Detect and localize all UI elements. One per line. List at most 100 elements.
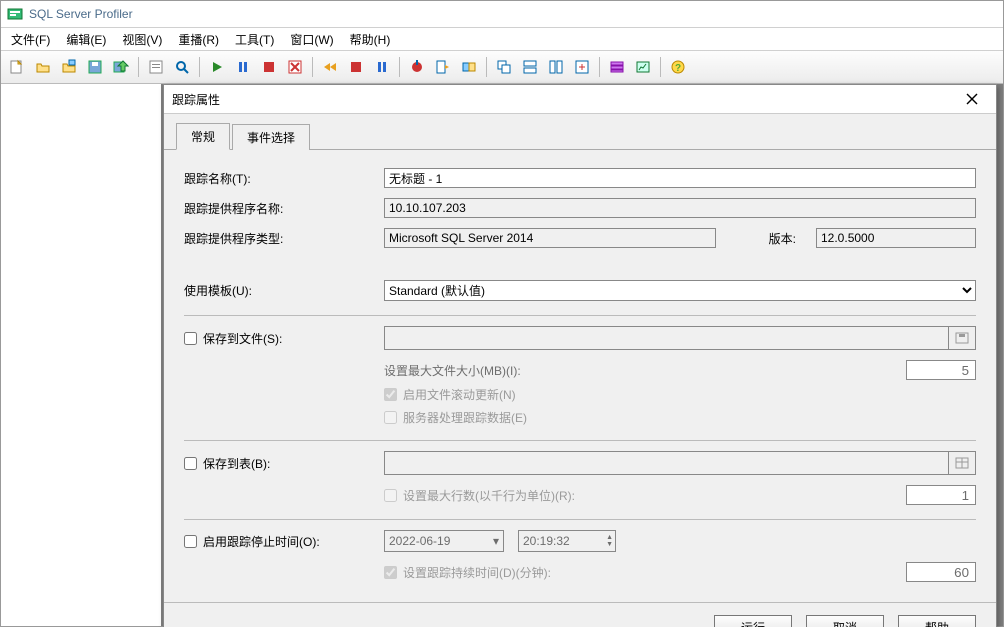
save-table-path	[384, 451, 948, 475]
toolbar: ?	[1, 51, 1003, 84]
version-field	[816, 228, 976, 248]
toolbar-separator	[312, 57, 313, 77]
app-icon	[7, 6, 23, 22]
open-table-icon[interactable]	[57, 55, 81, 79]
tab-general[interactable]: 常规	[176, 123, 230, 150]
rollover-checkbox	[384, 388, 397, 401]
spinner-icon: ▲▼	[606, 534, 613, 548]
toolbar-separator	[660, 57, 661, 77]
app-title: SQL Server Profiler	[29, 7, 133, 21]
enable-stop-checkbox[interactable]	[184, 535, 197, 548]
menu-help[interactable]: 帮助(H)	[342, 29, 399, 50]
help-button[interactable]: 帮助	[898, 615, 976, 627]
titlebar: SQL Server Profiler	[1, 1, 1003, 28]
duration-checkbox	[384, 566, 397, 579]
run-button[interactable]: 运行	[714, 615, 792, 627]
pause-replay-icon[interactable]	[370, 55, 394, 79]
svg-text:?: ?	[675, 63, 681, 74]
label-server-process: 服务器处理跟踪数据(E)	[403, 409, 527, 426]
cancel-button[interactable]: 取消	[806, 615, 884, 627]
label-provider-name: 跟踪提供程序名称:	[184, 200, 384, 217]
stop-time-spinner: 20:19:32 ▲▼	[518, 530, 616, 552]
close-button[interactable]	[956, 88, 988, 110]
toolbar-separator	[486, 57, 487, 77]
menu-edit[interactable]: 编辑(E)	[58, 29, 114, 50]
label-enable-stop: 启用跟踪停止时间(O):	[203, 533, 320, 550]
dialog-footer: 运行 取消 帮助	[164, 602, 996, 627]
chevron-down-icon: ▾	[493, 534, 499, 548]
app-window: SQL Server Profiler 文件(F) 编辑(E) 视图(V) 重播…	[0, 0, 1004, 627]
dialog-titlebar: 跟踪属性	[164, 85, 996, 114]
label-max-file-size: 设置最大文件大小(MB)(I):	[384, 362, 906, 379]
grouped-view-icon[interactable]	[605, 55, 629, 79]
max-file-size-field	[906, 360, 976, 380]
new-trace-icon[interactable]	[5, 55, 29, 79]
stop-date-picker: 2022-06-19 ▾	[384, 530, 504, 552]
step-icon[interactable]	[318, 55, 342, 79]
menu-view[interactable]: 视图(V)	[114, 29, 170, 50]
label-rollover: 启用文件滚动更新(N)	[403, 386, 516, 403]
label-save-table: 保存到表(B):	[203, 455, 270, 472]
properties-icon[interactable]	[144, 55, 168, 79]
toolbar-separator	[199, 57, 200, 77]
aggregated-view-icon[interactable]	[631, 55, 655, 79]
toolbar-separator	[399, 57, 400, 77]
left-panel	[1, 84, 163, 626]
trace-properties-dialog: 跟踪属性 常规 事件选择 跟踪名称(T): 跟踪提供程序名称:	[163, 84, 997, 627]
play-icon[interactable]	[205, 55, 229, 79]
find-icon[interactable]	[170, 55, 194, 79]
label-version: 版本:	[736, 230, 796, 247]
menu-tools[interactable]: 工具(T)	[227, 29, 282, 50]
toggle-breakpoint-icon[interactable]	[405, 55, 429, 79]
label-provider-type: 跟踪提供程序类型:	[184, 230, 384, 247]
label-max-rows: 设置最大行数(以千行为单位)(R):	[403, 487, 575, 504]
switch-window-icon[interactable]	[570, 55, 594, 79]
label-save-file: 保存到文件(S):	[203, 330, 282, 347]
browse-file-button[interactable]	[948, 326, 976, 350]
save-small-icon	[955, 332, 969, 344]
pause-blue-icon[interactable]	[231, 55, 255, 79]
clear-icon[interactable]	[283, 55, 307, 79]
stop-red-icon[interactable]	[257, 55, 281, 79]
stop-replay-icon[interactable]	[344, 55, 368, 79]
menu-window[interactable]: 窗口(W)	[282, 29, 341, 50]
cascade-icon[interactable]	[492, 55, 516, 79]
stop-date-value: 2022-06-19	[389, 534, 450, 548]
menu-replay[interactable]: 重播(R)	[170, 29, 227, 50]
open-file-icon[interactable]	[31, 55, 55, 79]
table-small-icon	[955, 457, 969, 469]
save-icon[interactable]	[83, 55, 107, 79]
save-file-checkbox[interactable]	[184, 332, 197, 345]
tab-events[interactable]: 事件选择	[232, 124, 310, 150]
server-process-checkbox	[384, 411, 397, 424]
menubar: 文件(F) 编辑(E) 视图(V) 重播(R) 工具(T) 窗口(W) 帮助(H…	[1, 28, 1003, 51]
provider-name-field	[384, 198, 976, 218]
tile-horizontal-icon[interactable]	[518, 55, 542, 79]
provider-type-field	[384, 228, 716, 248]
trace-name-input[interactable]	[384, 168, 976, 188]
save-file-path	[384, 326, 948, 350]
toolbar-separator	[138, 57, 139, 77]
max-rows-checkbox	[384, 489, 397, 502]
save-as-icon[interactable]	[109, 55, 133, 79]
label-trace-name: 跟踪名称(T):	[184, 170, 384, 187]
label-duration: 设置跟踪持续时间(D)(分钟):	[403, 564, 551, 581]
save-table-checkbox[interactable]	[184, 457, 197, 470]
duration-field	[906, 562, 976, 582]
label-template: 使用模板(U):	[184, 282, 384, 299]
run-to-cursor-icon[interactable]	[431, 55, 455, 79]
close-icon	[966, 93, 978, 105]
workarea: 跟踪属性 常规 事件选择 跟踪名称(T): 跟踪提供程序名称:	[1, 84, 1003, 626]
template-select[interactable]: Standard (默认值)	[384, 280, 976, 301]
step-over-icon[interactable]	[457, 55, 481, 79]
help-icon[interactable]: ?	[666, 55, 690, 79]
tab-general-body: 跟踪名称(T): 跟踪提供程序名称: 跟踪提供程序类型: 版本:	[164, 150, 996, 596]
stop-time-value: 20:19:32	[523, 534, 570, 548]
dialog-title: 跟踪属性	[172, 91, 220, 108]
tabstrip: 常规 事件选择	[164, 114, 996, 150]
menu-file[interactable]: 文件(F)	[3, 29, 58, 50]
max-rows-field	[906, 485, 976, 505]
mdi-area: 跟踪属性 常规 事件选择 跟踪名称(T): 跟踪提供程序名称:	[163, 84, 1003, 626]
browse-table-button[interactable]	[948, 451, 976, 475]
tile-vertical-icon[interactable]	[544, 55, 568, 79]
